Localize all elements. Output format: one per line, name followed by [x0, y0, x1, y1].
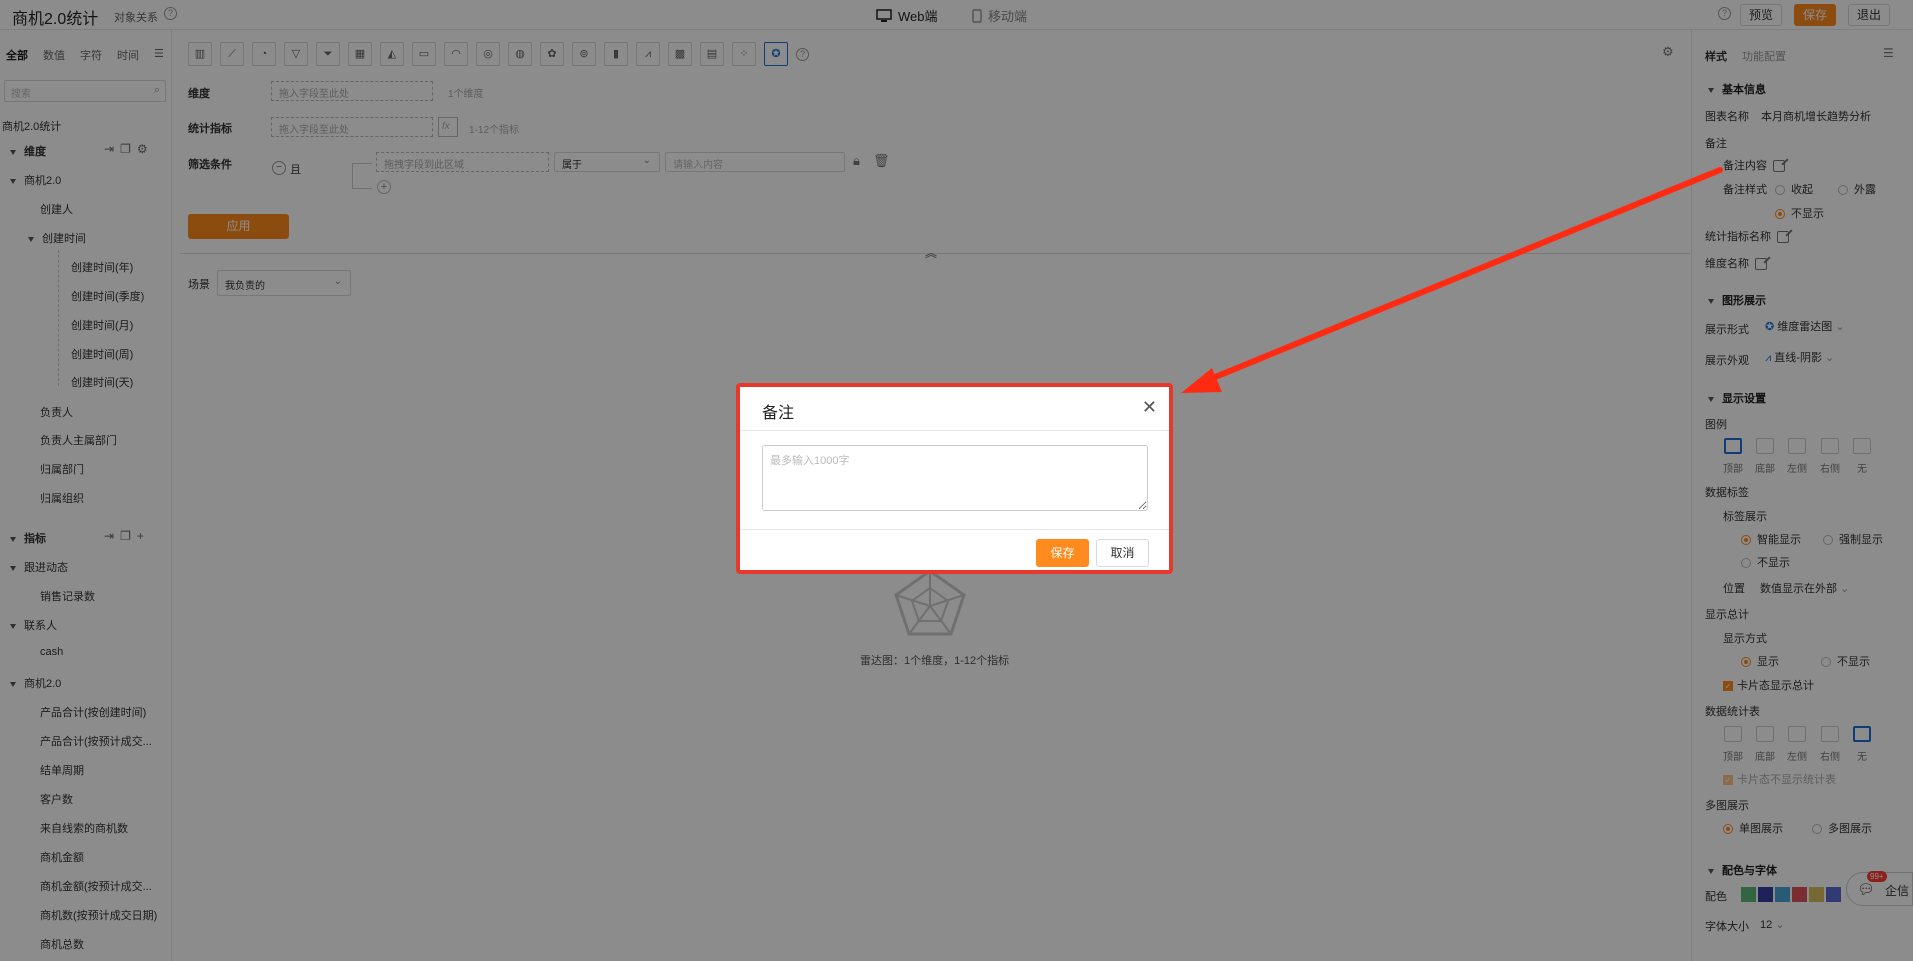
- remark-dialog: 备注 ✕ 保存 取消: [736, 383, 1173, 574]
- dialog-save-button[interactable]: 保存: [1036, 539, 1089, 567]
- dialog-cancel-button[interactable]: 取消: [1096, 539, 1149, 567]
- dialog-title: 备注: [762, 405, 795, 422]
- remark-textarea[interactable]: [762, 445, 1148, 511]
- dialog-header: 备注 ✕: [740, 387, 1169, 431]
- close-icon[interactable]: ✕: [1142, 397, 1157, 418]
- dialog-footer-divider: [740, 529, 1169, 530]
